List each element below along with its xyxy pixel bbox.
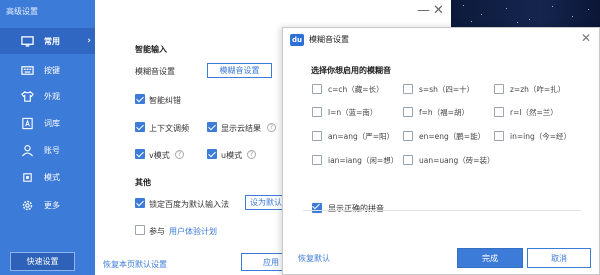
checkbox[interactable] <box>312 131 322 141</box>
u-mode-checkbox[interactable] <box>207 149 217 159</box>
show-correct-pinyin-label: 显示正确的拼音 <box>328 203 384 213</box>
fuzzy-option-en-eng[interactable]: en=eng（鹏=能） <box>403 130 485 142</box>
checkbox[interactable] <box>403 84 413 94</box>
dialog-footer: 恢复默认 完成 取消 <box>283 244 599 275</box>
sidebar-item-account[interactable]: 账号 <box>0 137 95 163</box>
restore-page-defaults-link[interactable]: 恢复本页默认设置 <box>103 259 167 270</box>
fuzzy-pinyin-dialog: du 模糊音设置 ✕ 选择你想启用的模糊音 c=ch（藏=长） s=sh（四=十… <box>282 27 600 275</box>
sidebar-item-label: 常用 <box>44 36 60 46</box>
option-label: ian=iang（闲=想） <box>328 155 399 165</box>
u-mode-label: u模式 <box>221 151 243 160</box>
fuzzy-option-c-ch[interactable]: c=ch（藏=长） <box>312 83 384 95</box>
gear-icon <box>20 198 34 212</box>
checkbox[interactable] <box>403 107 413 117</box>
shirt-icon <box>20 89 34 103</box>
smart-correct-label: 智能纠错 <box>149 96 181 105</box>
option-label: c=ch（藏=长） <box>328 84 384 94</box>
lock-default-checkbox[interactable] <box>135 198 145 208</box>
context-adjust-label: 上下文调频 <box>149 124 189 133</box>
show-correct-pinyin-option[interactable]: 显示正确的拼音 <box>312 202 384 214</box>
sidebar-item-label: 更多 <box>44 200 60 210</box>
join-label: 参与 <box>149 227 165 236</box>
quick-settings-button[interactable]: 快速设置 <box>10 252 75 271</box>
checkbox[interactable] <box>403 131 413 141</box>
monitor-icon <box>20 34 34 48</box>
sidebar-item-label: 词库 <box>44 118 60 128</box>
sidebar-item-label: 账号 <box>44 145 60 155</box>
keyboard-icon <box>20 63 34 77</box>
background-window <box>451 0 600 27</box>
option-label: an=ang（严=阳） <box>328 131 395 141</box>
fuzzy-option-z-zh[interactable]: z=zh（咋=扎） <box>494 83 565 95</box>
close-icon[interactable]: ✕ <box>581 31 591 45</box>
checkbox[interactable] <box>403 155 413 165</box>
divider <box>303 210 581 211</box>
sidebar-item-more[interactable]: 更多 <box>0 192 95 218</box>
ux-plan-checkbox[interactable] <box>135 225 145 235</box>
help-icon[interactable]: ? <box>175 150 184 159</box>
option-label: f=h（福=胡） <box>419 107 469 117</box>
fuzzy-option-r-l[interactable]: r=l（然=兰） <box>494 106 558 118</box>
sidebar-item-label: 按键 <box>44 65 60 75</box>
help-icon[interactable]: ? <box>247 150 256 159</box>
fuzzy-label: 模糊音设置 <box>135 67 175 76</box>
option-label: en=eng（鹏=能） <box>419 131 486 141</box>
dictionary-icon <box>20 116 34 130</box>
mode-icon <box>20 170 34 184</box>
checkbox[interactable] <box>312 84 322 94</box>
lock-default-label: 锁定百度为默认输入法 <box>149 200 229 209</box>
sidebar-item-label: 外观 <box>44 91 60 101</box>
checkbox[interactable] <box>312 107 322 117</box>
sidebar-item-keys[interactable]: 按键 <box>0 57 95 83</box>
sidebar-item-mode[interactable]: 模式 <box>0 164 95 190</box>
fuzzy-option-ian-iang[interactable]: ian=iang（闲=想） <box>312 154 398 166</box>
smart-correct-checkbox[interactable] <box>135 94 145 104</box>
show-correct-pinyin-checkbox[interactable] <box>312 203 322 213</box>
option-label: r=l（然=兰） <box>510 107 558 117</box>
done-button[interactable]: 完成 <box>457 248 523 268</box>
sidebar-item-common[interactable]: 常用 › <box>0 28 95 54</box>
cancel-button[interactable]: 取消 <box>527 248 591 268</box>
sidebar-item-appearance[interactable]: 外观 <box>0 83 95 109</box>
checkbox[interactable] <box>494 107 504 117</box>
v-mode-checkbox[interactable] <box>135 149 145 159</box>
v-mode-label: v模式 <box>149 151 170 160</box>
other-title: 其他 <box>135 178 151 187</box>
help-icon[interactable]: ? <box>267 123 276 132</box>
window-close-icon[interactable]: ✕ <box>433 3 444 18</box>
person-icon <box>20 143 34 157</box>
fuzzy-option-an-ang[interactable]: an=ang（严=阳） <box>312 130 394 142</box>
fuzzy-option-uan-uang[interactable]: uan=uang（砖=装） <box>403 154 495 166</box>
fuzzy-option-l-n[interactable]: l=n（蓝=南） <box>312 106 377 118</box>
option-label: uan=uang（砖=装） <box>419 155 495 165</box>
fuzzy-option-in-ing[interactable]: in=ing（今=经） <box>494 130 571 142</box>
fuzzy-settings-button[interactable]: 模糊音设置 <box>207 63 272 78</box>
checkbox[interactable] <box>494 84 504 94</box>
checkbox[interactable] <box>312 155 322 165</box>
dialog-heading: 选择你想启用的模糊音 <box>311 66 391 75</box>
context-adjust-checkbox[interactable] <box>135 122 145 132</box>
cloud-result-checkbox[interactable] <box>207 122 217 132</box>
chevron-right-icon: › <box>87 36 91 46</box>
sidebar-item-label: 模式 <box>44 172 60 182</box>
fuzzy-option-f-h[interactable]: f=h（福=胡） <box>403 106 469 118</box>
option-label: z=zh（咋=扎） <box>510 84 566 94</box>
checkbox[interactable] <box>494 131 504 141</box>
sidebar-item-dictionary[interactable]: 词库 <box>0 110 95 136</box>
sidebar: 高级设置 常用 › 按键 外观 词库 账号 模式 更多 快速设置 <box>0 0 95 275</box>
restore-default-link[interactable]: 恢复默认 <box>298 253 330 264</box>
cloud-result-label: 显示云结果 <box>221 124 261 133</box>
ux-plan-link[interactable]: 用户体验计划 <box>169 226 217 237</box>
option-label: l=n（蓝=南） <box>328 107 378 117</box>
option-label: s=sh（四=十） <box>419 84 475 94</box>
baidu-logo-icon: du <box>290 34 304 46</box>
dialog-title: 模糊音设置 <box>309 35 349 44</box>
settings-title: 高级设置 <box>6 7 38 16</box>
smart-input-title: 智能输入 <box>135 45 167 54</box>
fuzzy-option-s-sh[interactable]: s=sh（四=十） <box>403 83 474 95</box>
option-label: in=ing（今=经） <box>510 131 572 141</box>
minimize-icon[interactable]: — <box>417 3 430 18</box>
